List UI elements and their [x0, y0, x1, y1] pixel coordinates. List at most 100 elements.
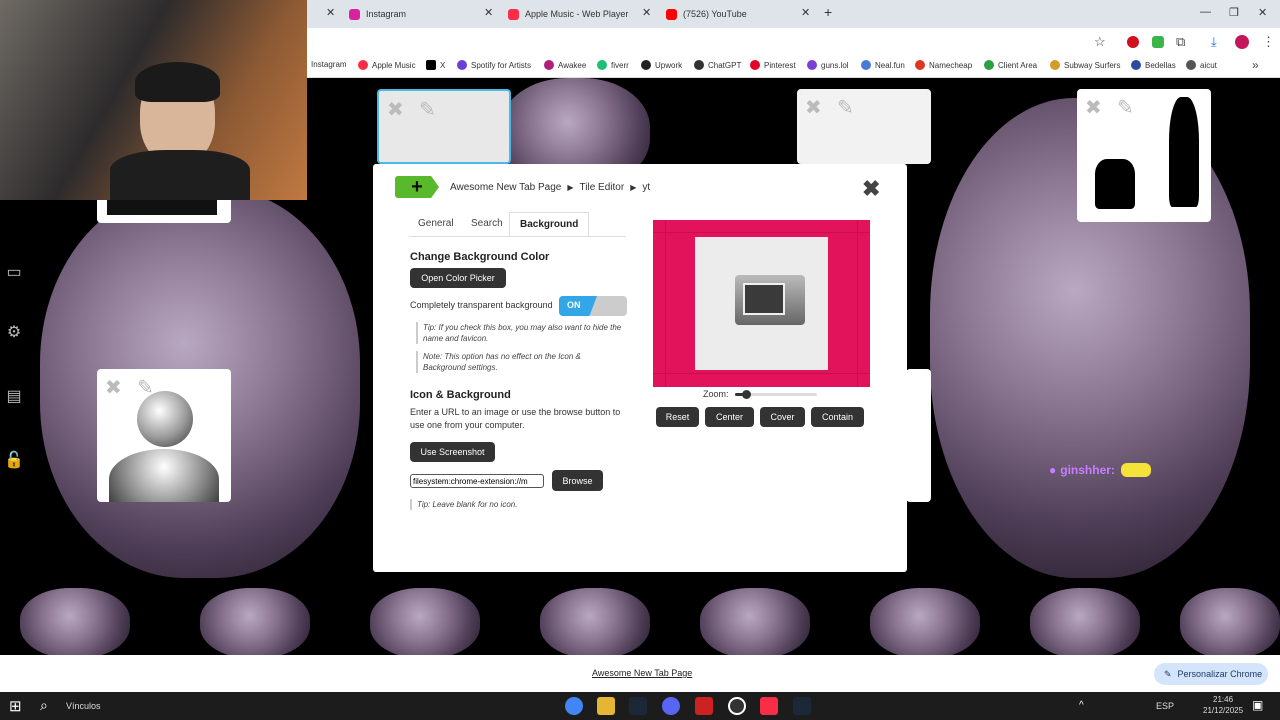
bookmark-label: Spotify for Artists: [471, 60, 532, 70]
notification-icon[interactable]: ▣: [1252, 698, 1263, 712]
close-tab-icon[interactable]: ✕: [801, 6, 810, 19]
bookmark-label: Client Area: [998, 60, 1038, 70]
bookmark-label: Pinterest: [764, 60, 796, 70]
steam-icon[interactable]: [793, 697, 811, 715]
edit-tile-icon[interactable]: ✎: [837, 95, 854, 120]
language-indicator[interactable]: ESP: [1156, 701, 1174, 711]
gear-icon[interactable]: ⚙: [4, 322, 24, 342]
chevron-up-icon[interactable]: ^: [1079, 700, 1084, 711]
camcorder-screen: [743, 283, 785, 315]
add-icon: +: [395, 176, 439, 198]
minimize-icon[interactable]: —: [1200, 6, 1211, 18]
close-icon[interactable]: ✖: [862, 176, 880, 202]
clock-time[interactable]: 21:46: [1213, 695, 1233, 704]
apps-icon[interactable]: ▤: [4, 386, 24, 406]
apple-music-icon[interactable]: [760, 697, 778, 715]
edit-tile-icon[interactable]: ✎: [1117, 95, 1134, 120]
browse-button[interactable]: Browse: [552, 470, 603, 491]
delete-tile-icon[interactable]: ✖: [805, 95, 822, 120]
transparent-toggle[interactable]: ON: [559, 296, 627, 316]
close-window-icon[interactable]: ✕: [1258, 6, 1267, 19]
bookmark-item[interactable]: Subway Surfers: [1050, 60, 1120, 70]
bookmark-icon: [358, 60, 368, 70]
app-tile[interactable]: [906, 369, 931, 502]
footer-link[interactable]: Awesome New Tab Page: [592, 668, 692, 678]
customize-chrome-button[interactable]: ✎ Personalizar Chrome: [1154, 663, 1268, 685]
avatar[interactable]: [1235, 35, 1249, 49]
breadcrumb-item[interactable]: Tile Editor: [580, 182, 625, 193]
tab-search[interactable]: Search: [471, 218, 503, 229]
breadcrumb-item[interactable]: Awesome New Tab Page: [450, 182, 561, 193]
tab-instagram[interactable]: Instagram: [349, 0, 406, 28]
star-icon[interactable]: ☆: [1094, 34, 1106, 50]
zoom-slider-thumb[interactable]: [742, 390, 752, 399]
app-tile[interactable]: ✖ ✎: [797, 89, 931, 164]
tab-youtube[interactable]: (7526) YouTube: [666, 0, 747, 28]
bookmark-item[interactable]: aicut: [1186, 60, 1217, 70]
bookmark-item[interactable]: X: [426, 60, 445, 70]
bookmark-item[interactable]: Client Area: [984, 60, 1037, 70]
tab-apple-music[interactable]: Apple Music - Web Player: [508, 0, 628, 28]
tab-background[interactable]: Background: [509, 212, 590, 236]
bookmark-item[interactable]: Awakee: [544, 60, 586, 70]
bookmark-item[interactable]: Neal.fun: [861, 60, 905, 70]
clock-date[interactable]: 21/12/2025: [1203, 706, 1243, 715]
discord-icon[interactable]: [662, 697, 680, 715]
menu-icon[interactable]: ⋮: [1262, 34, 1275, 50]
background-creature-image: [20, 588, 130, 658]
edit-tile-icon[interactable]: ✎: [419, 97, 436, 122]
chrome-icon[interactable]: [565, 697, 583, 715]
chat-message: ● ginshher:: [1049, 463, 1151, 477]
bookmark-item[interactable]: Pinterest: [750, 60, 796, 70]
puzzle-icon[interactable]: ⧉: [1176, 34, 1185, 50]
bookmark-item[interactable]: Namecheap: [915, 60, 972, 70]
zoom-label: Zoom:: [703, 389, 729, 399]
bookmark-item[interactable]: Upwork: [641, 60, 682, 70]
close-tab-icon[interactable]: ✕: [484, 6, 493, 19]
shield-icon[interactable]: [1152, 36, 1164, 48]
app-icon[interactable]: [695, 697, 713, 715]
extension-icon[interactable]: [1127, 36, 1139, 48]
lock-icon[interactable]: 🔓: [4, 450, 24, 470]
tab-general[interactable]: General: [418, 218, 454, 229]
bookmark-icon: [915, 60, 925, 70]
taskbar-search-label[interactable]: Vínculos: [66, 701, 101, 711]
preview-icon-area: [695, 237, 828, 370]
bookmark-icon: [597, 60, 607, 70]
app-tile-selected[interactable]: ✖ ✎: [377, 89, 511, 164]
bookmark-item[interactable]: ChatGPT: [694, 60, 741, 70]
delete-tile-icon[interactable]: ✖: [1085, 95, 1102, 120]
center-button[interactable]: Center: [705, 407, 754, 427]
bookmark-item[interactable]: Apple Music: [358, 60, 416, 70]
bookmark-item[interactable]: guns.lol: [807, 60, 849, 70]
bookmark-item[interactable]: Instagram: [311, 60, 347, 69]
use-screenshot-button[interactable]: Use Screenshot: [410, 442, 495, 462]
silhouette-image: [1095, 159, 1135, 209]
app-tile[interactable]: ✖ ✎: [97, 369, 231, 502]
delete-tile-icon[interactable]: ✖: [387, 97, 404, 122]
cover-button[interactable]: Cover: [760, 407, 805, 427]
contain-button[interactable]: Contain: [811, 407, 864, 427]
steam-icon[interactable]: [629, 697, 647, 715]
obs-icon[interactable]: [728, 697, 746, 715]
more-bookmarks-icon[interactable]: »: [1252, 58, 1259, 72]
app-tile[interactable]: ✖ ✎: [1077, 89, 1211, 222]
new-tab-icon[interactable]: +: [824, 4, 832, 20]
background-creature-image: [540, 588, 650, 658]
bookmark-item[interactable]: Spotify for Artists: [457, 60, 531, 70]
add-tile-icon[interactable]: ▭: [4, 262, 24, 282]
icon-url-input[interactable]: [410, 474, 544, 488]
close-tab-icon[interactable]: ✕: [326, 6, 335, 19]
maximize-icon[interactable]: ❐: [1229, 6, 1239, 19]
bookmark-item[interactable]: fiverr: [597, 60, 629, 70]
open-color-picker-button[interactable]: Open Color Picker: [410, 268, 506, 288]
folder-icon[interactable]: [597, 697, 615, 715]
windows-start-icon[interactable]: ⊞: [9, 697, 22, 715]
reset-button[interactable]: Reset: [656, 407, 699, 427]
search-icon[interactable]: ⌕: [40, 697, 48, 714]
close-tab-icon[interactable]: ✕: [642, 6, 651, 19]
bookmark-item[interactable]: Bedellas: [1131, 60, 1176, 70]
delete-tile-icon[interactable]: ✖: [105, 375, 122, 400]
download-icon[interactable]: ⤓: [1211, 34, 1217, 50]
zoom-slider[interactable]: [735, 390, 817, 399]
